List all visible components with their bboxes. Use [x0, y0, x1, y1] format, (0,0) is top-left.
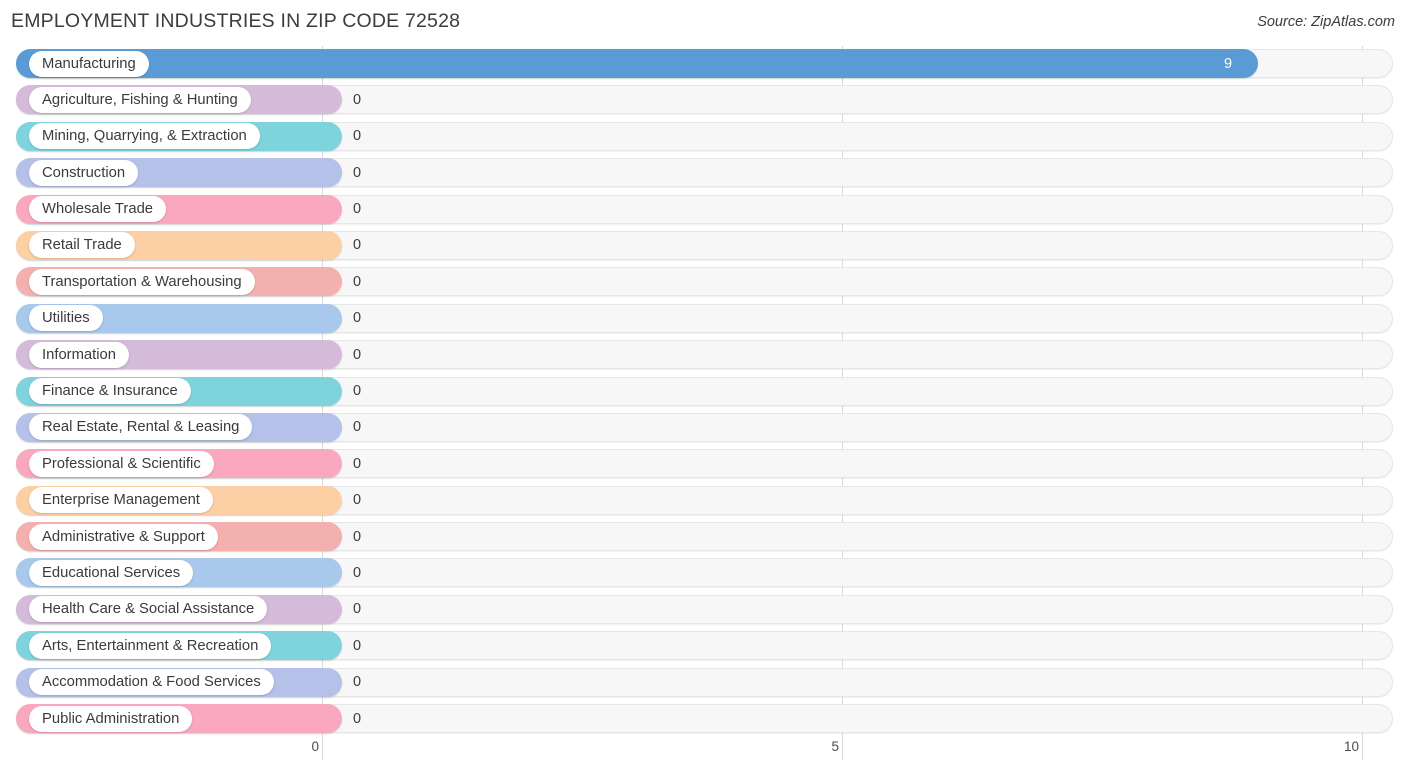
table-row: Enterprise Management 0	[0, 483, 1406, 519]
table-row: Health Care & Social Assistance 0	[0, 592, 1406, 628]
category-label: Arts, Entertainment & Recreation	[29, 632, 272, 659]
category-label: Enterprise Management	[29, 487, 213, 514]
category-label-text: Accommodation & Food Services	[42, 674, 261, 691]
table-row: Mining, Quarrying, & Extraction 0	[0, 119, 1406, 155]
bar-rows: Manufacturing 9 Agriculture, Fishing & Hun…	[0, 46, 1406, 737]
category-label-text: Arts, Entertainment & Recreation	[42, 637, 259, 654]
axis-tick-label: 0	[311, 739, 319, 754]
table-row: Real Estate, Rental & Leasing 0	[0, 410, 1406, 446]
bar-value-label: 0	[353, 601, 362, 618]
source-attribution: Source: ZipAtlas.com	[1257, 14, 1395, 30]
category-label: Public Administration	[29, 705, 193, 732]
x-axis: 0 5 10	[0, 738, 1406, 776]
table-row: Accommodation & Food Services 0	[0, 665, 1406, 701]
category-label-text: Mining, Quarrying, & Extraction	[42, 128, 247, 145]
table-row: Construction 0	[0, 155, 1406, 191]
category-label: Agriculture, Fishing & Hunting	[29, 86, 251, 113]
table-row: Public Administration 0	[0, 701, 1406, 737]
bar-value-label: 0	[353, 310, 362, 327]
bar-value-label: 0	[353, 455, 362, 472]
bar-value-label: 0	[353, 237, 362, 254]
table-row: Retail Trade 0	[0, 228, 1406, 264]
axis-tick-5	[842, 738, 843, 760]
category-label: Accommodation & Food Services	[29, 669, 274, 696]
category-label-text: Information	[42, 346, 117, 363]
category-label-text: Health Care & Social Assistance	[42, 601, 255, 618]
bar-value-label: 0	[353, 564, 362, 581]
bar-value-label: 0	[353, 419, 362, 436]
table-row: Finance & Insurance 0	[0, 374, 1406, 410]
table-row: Transportation & Warehousing 0	[0, 264, 1406, 300]
axis-tick-label: 10	[1343, 739, 1359, 754]
category-label: Administrative & Support	[29, 523, 218, 550]
category-label: Construction	[29, 159, 139, 186]
category-label-text: Retail Trade	[42, 237, 122, 254]
category-label: Transportation & Warehousing	[29, 268, 255, 295]
bar-value-label: 0	[353, 128, 362, 145]
plot-area: Manufacturing 9 Agriculture, Fishing & Hun…	[0, 46, 1406, 738]
bar-value-label: 0	[353, 637, 362, 654]
axis-tick-label: 5	[831, 739, 839, 754]
category-label-text: Finance & Insurance	[42, 383, 178, 400]
table-row: Arts, Entertainment & Recreation 0	[0, 628, 1406, 664]
category-label: Educational Services	[29, 559, 194, 586]
category-label-text: Professional & Scientific	[42, 455, 201, 472]
category-label-text: Construction	[42, 164, 126, 181]
bar-value-label: 0	[353, 383, 362, 400]
category-label: Real Estate, Rental & Leasing	[29, 414, 253, 441]
category-label-text: Public Administration	[42, 710, 180, 727]
category-label: Wholesale Trade	[29, 196, 167, 223]
table-row: Professional & Scientific 0	[0, 446, 1406, 482]
chart-header: EMPLOYMENT INDUSTRIES IN ZIP CODE 72528 …	[0, 0, 1406, 46]
bar-value-label: 0	[353, 201, 362, 218]
category-label: Mining, Quarrying, & Extraction	[29, 123, 260, 150]
category-label-text: Wholesale Trade	[42, 201, 154, 218]
category-label-text: Administrative & Support	[42, 528, 205, 545]
page-title: EMPLOYMENT INDUSTRIES IN ZIP CODE 72528	[11, 10, 461, 32]
category-label-text: Agriculture, Fishing & Hunting	[42, 91, 238, 108]
bar-value-label: 0	[353, 528, 362, 545]
table-row: Information 0	[0, 337, 1406, 373]
category-label: Manufacturing	[29, 50, 149, 77]
category-label-text: Utilities	[42, 310, 90, 327]
table-row: Agriculture, Fishing & Hunting 0	[0, 82, 1406, 118]
category-label-text: Enterprise Management	[42, 492, 200, 509]
category-label: Health Care & Social Assistance	[29, 596, 268, 623]
category-label-text: Real Estate, Rental & Leasing	[42, 419, 240, 436]
category-label: Utilities	[29, 305, 103, 332]
category-label-text: Transportation & Warehousing	[42, 273, 242, 290]
axis-tick-0	[322, 738, 323, 760]
axis-tick-10	[1362, 738, 1363, 760]
category-label: Finance & Insurance	[29, 378, 191, 405]
bar-value-label: 0	[353, 492, 362, 509]
table-row: Educational Services 0	[0, 555, 1406, 591]
table-row: Manufacturing 9	[0, 46, 1406, 82]
bar-value-label: 9	[1224, 55, 1233, 72]
category-label: Retail Trade	[29, 232, 135, 259]
category-label-text: Educational Services	[42, 564, 181, 581]
category-label: Professional & Scientific	[29, 450, 214, 477]
bar-value-label: 0	[353, 710, 362, 727]
bar-value-label: 0	[353, 674, 362, 691]
bar-value-label: 0	[353, 91, 362, 108]
category-label-text: Manufacturing	[42, 55, 136, 72]
chart-container: EMPLOYMENT INDUSTRIES IN ZIP CODE 72528 …	[0, 0, 1406, 776]
bar-value-label: 0	[353, 164, 362, 181]
bar-value-label: 0	[353, 273, 362, 290]
table-row: Wholesale Trade 0	[0, 192, 1406, 228]
bar-value-label: 0	[353, 346, 362, 363]
bar-manufacturing[interactable]	[16, 49, 1258, 78]
category-label: Information	[29, 341, 130, 368]
table-row: Administrative & Support 0	[0, 519, 1406, 555]
table-row: Utilities 0	[0, 301, 1406, 337]
